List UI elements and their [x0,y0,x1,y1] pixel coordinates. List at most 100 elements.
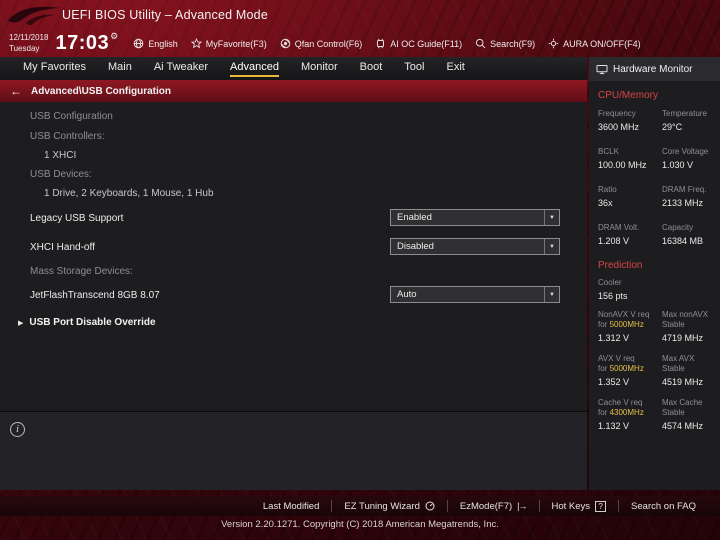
tab-advanced[interactable]: Advanced [219,57,290,80]
hm-label: Stable [662,364,685,373]
hm-label: Core Voltage [662,147,709,156]
hm-label: DRAM Volt. [598,223,640,232]
bb-label: EzMode(F7) [459,500,513,512]
tab-ai-tweaker[interactable]: Ai Tweaker [143,57,219,80]
help-panel: i [0,411,587,490]
last-modified-button[interactable]: Last Modified [251,500,332,512]
ezmode-button[interactable]: EzMode(F7) |→ [446,500,539,512]
time-display: 17:03 [55,32,110,54]
monitor-icon [596,64,608,74]
back-arrow-icon[interactable]: ← [10,84,22,98]
hm-label: Ratio [598,185,617,194]
hot-keys-button[interactable]: Hot Keys ? [538,500,619,512]
xhci-handoff-label: XHCI Hand-off [30,242,95,253]
hm-value: 36x [598,198,613,208]
hm-value: 1.132 V [598,421,630,431]
prediction-grid: NonAVX V req for 5000MHz 1.312 V Max non… [598,310,720,431]
my-favorite-button[interactable]: MyFavorite(F3) [190,38,267,49]
tab-label: Exit [446,60,465,73]
submenu-label: USB Port Disable Override [29,317,156,328]
ai-oc-guide-button[interactable]: AI OC Guide(F11) [375,38,462,49]
tab-monitor[interactable]: Monitor [290,57,349,80]
hm-cell: Cache V req for 4300MHz 1.132 V [598,398,662,431]
hm-cell: Capacity 16384 MB [662,223,718,246]
hm-value: 1.208 V [598,236,630,246]
tab-exit[interactable]: Exit [435,57,475,80]
hm-label: Max Cache [662,398,703,407]
qfan-control-button[interactable]: Qfan Control(F6) [280,38,363,49]
bb-label: Search on FAQ [631,500,696,512]
hm-value: 29°C [662,122,683,132]
hardware-monitor-title: Hardware Monitor [613,63,693,75]
tab-main[interactable]: Main [97,57,143,80]
usb-devices-value: 1 Drive, 2 Keyboards, 1 Mouse, 1 Hub [44,188,214,199]
search-button[interactable]: Search(F9) [475,38,535,49]
select-value: Auto [397,289,417,300]
bb-label: EZ Tuning Wizard [344,500,420,512]
aura-toggle-button[interactable]: AURA ON/OFF(F4) [548,38,641,49]
select-value: Enabled [397,212,432,223]
jetflash-device-label: JetFlashTranscend 8GB 8.07 [30,290,160,301]
page-title: UEFI BIOS Utility – Advanced Mode [62,8,268,22]
hm-cell: DRAM Volt. 1.208 V [598,223,662,246]
jetflash-device-select[interactable]: Auto ▼ [390,286,560,303]
xhci-handoff-select[interactable]: Disabled ▼ [390,238,560,255]
ezmode-icon: |→ [517,501,527,511]
prediction-section-title: Prediction [598,260,643,271]
hm-label: for [598,408,608,417]
hardware-monitor-header: Hardware Monitor [589,57,720,81]
hm-value: 2133 MHz [662,198,704,208]
hardware-monitor-panel: Hardware Monitor CPU/Memory Frequency 36… [589,57,720,490]
tab-label: Monitor [300,60,338,73]
hm-freq: 5000MHz [609,364,644,373]
legacy-usb-support-select[interactable]: Enabled ▼ [390,209,560,226]
rog-logo [8,6,60,26]
hm-label: NonAVX V req [598,310,650,319]
cpu-memory-grid: Frequency 3600 MHz Temperature 29°C BCLK… [598,109,720,246]
search-on-faq-button[interactable]: Search on FAQ [618,500,708,512]
usb-devices-label: USB Devices: [30,169,92,180]
wizard-gauge-icon [425,501,435,511]
bb-label: Last Modified [262,500,320,512]
hm-label: Stable [662,320,685,329]
tab-label: Advanced [230,61,279,77]
tab-label: Boot [359,60,383,73]
topbar: 12/11/2018 Tuesday 17:03 ⚙ English MyFav… [0,30,720,57]
submenu-arrow-icon: ▶ [18,319,24,327]
hm-cell: Temperature 29°C [662,109,718,132]
hm-value: 4719 MHz [662,333,704,343]
hm-value: 1.352 V [598,377,630,387]
hm-value: 1.312 V [598,333,630,343]
tab-label: My Favorites [23,60,86,73]
bb-label: Hot Keys [551,500,591,512]
hm-label: Stable [662,408,685,417]
hm-label: Max AVX [662,354,695,363]
favorite-icon [190,38,202,49]
date-display: 12/11/2018 Tuesday [9,33,48,54]
quick-button-label: AI OC Guide(F11) [390,38,463,49]
quick-button-label: Qfan Control(F6) [294,38,363,49]
language-button[interactable]: English [133,38,178,49]
breadcrumb: ← Advanced\USB Configuration [0,80,587,102]
hm-label: Max nonAVX [662,310,709,319]
date-text: 12/11/2018 [9,33,49,43]
usb-port-disable-override-item[interactable]: ▶ USB Port Disable Override [18,317,156,328]
bios-screen: UEFI BIOS Utility – Advanced Mode 12/11/… [0,0,720,540]
hm-label: for [598,364,608,373]
hm-value: 1.030 V [662,160,694,170]
hm-cell: NonAVX V req for 5000MHz 1.312 V [598,310,662,343]
hm-cell: Max nonAVX Stable 4719 MHz [662,310,718,343]
quick-button-label: MyFavorite(F3) [205,38,267,49]
hm-value: 16384 MB [662,236,704,246]
hm-cell: Max Cache Stable 4574 MHz [662,398,718,431]
quick-button-label: AURA ON/OFF(F4) [563,38,641,49]
tab-tool[interactable]: Tool [393,57,435,80]
hm-cell: BCLK 100.00 MHz [598,147,662,170]
tab-my-favorites[interactable]: My Favorites [12,57,97,80]
mass-storage-devices-label: Mass Storage Devices: [30,266,133,277]
day-text: Tuesday [9,43,40,53]
chevron-down-icon: ▼ [544,210,559,225]
ez-tuning-wizard-button[interactable]: EZ Tuning Wizard [331,500,447,512]
tab-boot[interactable]: Boot [349,57,394,80]
time-settings-gear-icon[interactable]: ⚙ [110,31,118,42]
